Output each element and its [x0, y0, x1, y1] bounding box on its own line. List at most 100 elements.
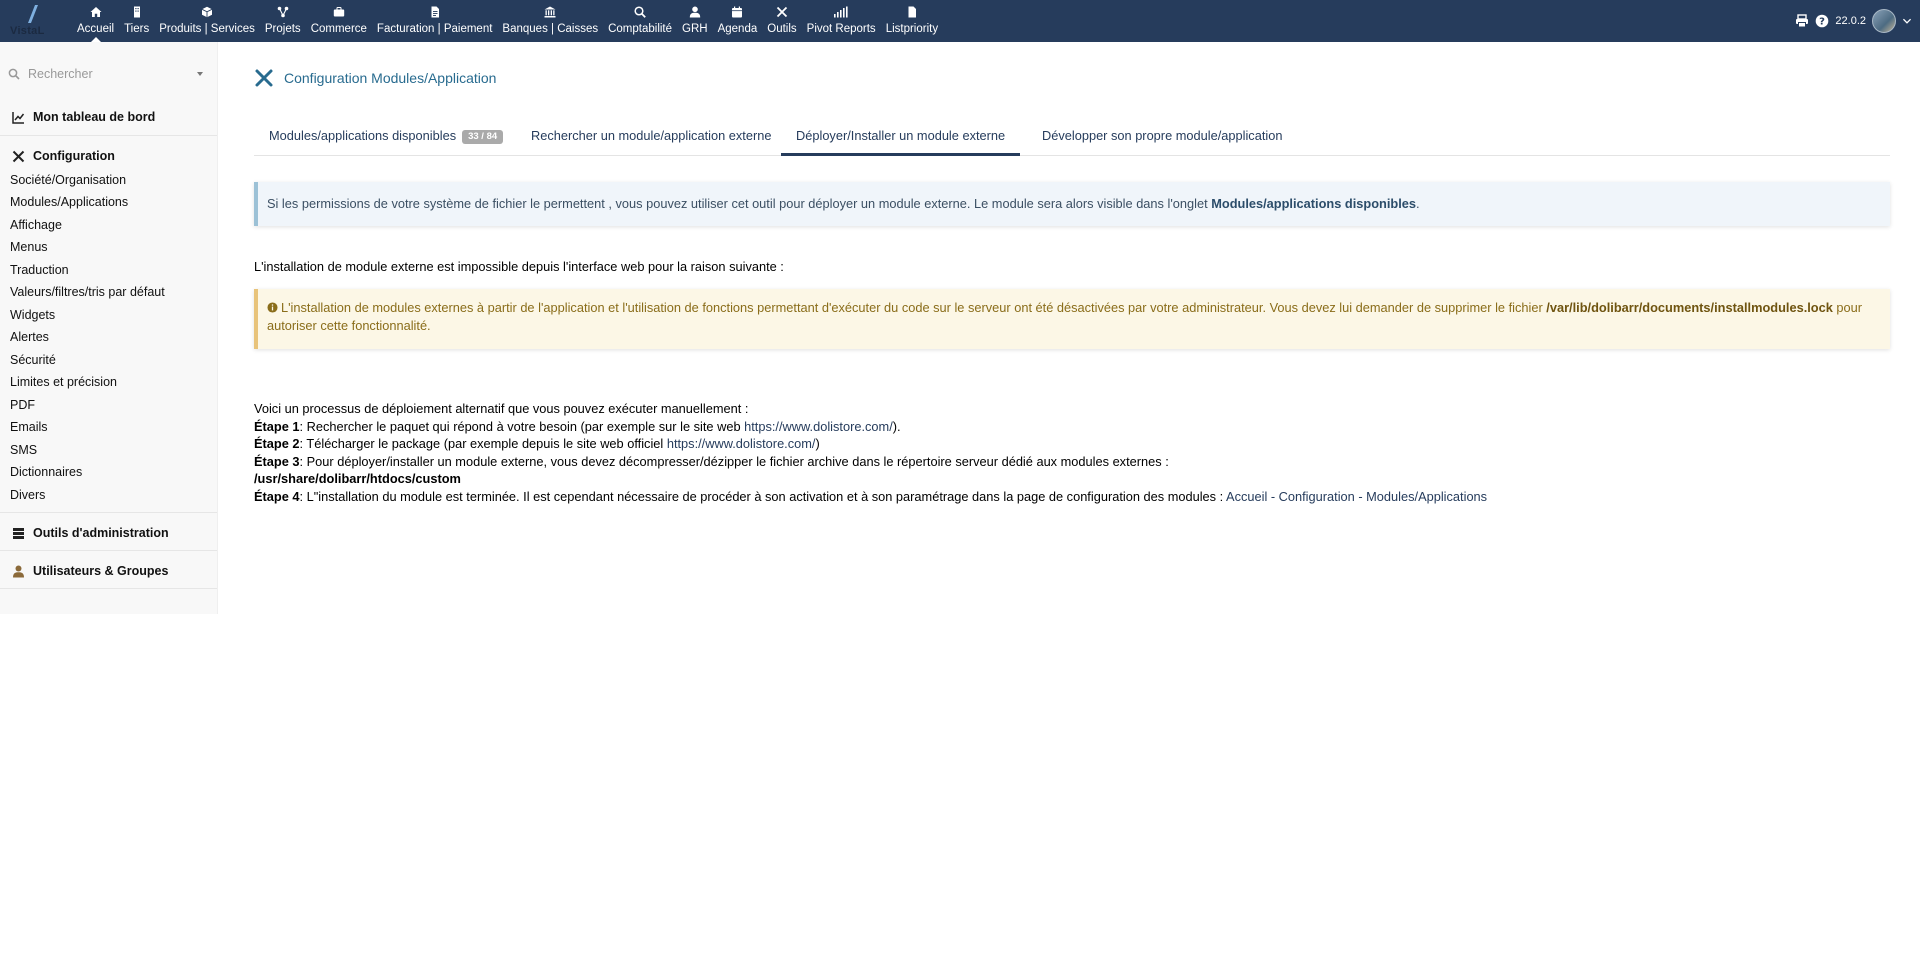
info-tab-name: Modules/applications disponibles	[1211, 196, 1416, 211]
user-tie-icon	[689, 6, 701, 18]
dolistore-link[interactable]: https://www.dolistore.com/	[667, 436, 816, 451]
menu-label: Accueil	[77, 23, 115, 35]
menu-label: Commerce	[310, 23, 367, 35]
sidebar-item-users-groups[interactable]: Utilisateurs & Groupes	[12, 564, 168, 578]
info-message: Si les permissions de votre système de f…	[254, 182, 1890, 226]
custom-dir-path: /usr/share/dolibarr/htdocs/custom	[254, 471, 461, 487]
sidebar-item-affichage[interactable]: Affichage	[10, 218, 62, 232]
sidebar-item-dictionnaires[interactable]: Dictionnaires	[10, 465, 82, 479]
tab-rechercher-module[interactable]: Rechercher un module/application externe	[516, 126, 786, 156]
menu-label: Comptabilité	[608, 23, 673, 35]
modules-count-badge: 33 / 84	[462, 130, 504, 144]
menu-label: Listpriority	[885, 23, 939, 35]
page-title: Configuration Modules/Application	[254, 68, 496, 88]
line-chart-icon	[12, 111, 25, 124]
menu-item-outils[interactable]: Outils	[762, 0, 801, 42]
info-text: Si les permissions de votre système de f…	[267, 196, 1212, 211]
tab-label: Déployer/Installer un module externe	[796, 128, 1006, 143]
help-icon[interactable]: ?	[1815, 14, 1829, 28]
menu-label: Banques | Caisses	[502, 23, 599, 35]
sidebar-item-admin-tools[interactable]: Outils d'administration	[12, 526, 169, 540]
step-text-end: ).	[892, 418, 901, 434]
sidebar-item-societe[interactable]: Société/Organisation	[10, 173, 126, 187]
invoice-icon	[431, 6, 439, 18]
tab-deployer-module[interactable]: Déployer/Installer un module externe	[781, 126, 1021, 156]
sidebar-divider	[0, 135, 217, 136]
tools-icon	[12, 150, 25, 162]
home-icon	[90, 7, 102, 17]
top-navbar: VistaL Accueil Tiers Produits | Services…	[0, 0, 1920, 42]
sidebar-item-configuration[interactable]: Configuration	[12, 149, 115, 163]
sidebar-item-sms[interactable]: SMS	[10, 443, 37, 457]
tab-modules-disponibles[interactable]: Modules/applications disponibles 33 / 84	[254, 126, 518, 156]
step-label: Étape 1	[254, 418, 300, 434]
step-label: Étape 3	[254, 453, 300, 469]
step-4: Étape 4: L"installation du module est te…	[254, 488, 1487, 506]
tab-developper-module[interactable]: Développer son propre module/application	[1027, 126, 1297, 156]
sidebar-item-divers[interactable]: Divers	[10, 488, 45, 502]
sidebar-divider	[0, 550, 217, 551]
user-avatar[interactable]	[1872, 9, 1896, 33]
search-dollar-icon	[634, 6, 646, 18]
menu-item-commerce[interactable]: Commerce	[306, 0, 372, 42]
svg-text:?: ?	[1820, 17, 1826, 28]
tools-icon	[776, 6, 788, 18]
sidebar-item-emails[interactable]: Emails	[10, 420, 48, 434]
sidebar-item-alertes[interactable]: Alertes	[10, 330, 49, 344]
menu-item-grh[interactable]: GRH	[677, 0, 713, 42]
chevron-down-icon[interactable]	[1902, 16, 1912, 26]
project-nodes-icon	[277, 6, 289, 18]
menu-item-produits-services[interactable]: Produits | Services	[154, 0, 260, 42]
user-icon	[13, 565, 24, 577]
briefcase-icon	[333, 7, 344, 17]
sidebar-item-menus[interactable]: Menus	[10, 240, 48, 254]
manual-steps: Voici un processus de déploiement altern…	[254, 400, 1487, 506]
sidebar-item-widgets[interactable]: Widgets	[10, 308, 55, 322]
step-2: Étape 2: Télécharger le package (par exe…	[254, 435, 1487, 453]
file-icon	[908, 6, 916, 18]
modules-config-link[interactable]: Accueil - Configuration - Modules/Applic…	[1226, 489, 1487, 504]
menu-item-listpriority[interactable]: Listpriority	[881, 0, 943, 42]
calendar-icon	[732, 6, 743, 18]
sidebar-item-limites[interactable]: Limites et précision	[10, 375, 117, 389]
step-text-end: )	[815, 436, 820, 452]
bank-icon	[544, 6, 556, 18]
sidebar-item-valeurs-defaut[interactable]: Valeurs/filtres/tris par défaut	[10, 285, 165, 299]
step-1: Étape 1: Rechercher le paquet qui répond…	[254, 418, 1487, 436]
menu-item-agenda[interactable]: Agenda	[713, 0, 763, 42]
search-input[interactable]: Rechercher	[28, 67, 197, 81]
menu-label: Produits | Services	[159, 23, 255, 35]
info-circle-icon	[267, 302, 278, 313]
menu-item-accueil[interactable]: Accueil	[72, 0, 119, 42]
sidebar-item-traduction[interactable]: Traduction	[10, 263, 69, 277]
print-icon[interactable]	[1795, 14, 1809, 28]
tools-icon	[255, 69, 273, 87]
cube-icon	[201, 6, 213, 18]
menu-item-comptabilite[interactable]: Comptabilité	[603, 0, 677, 42]
building-icon	[133, 6, 140, 18]
lock-file-path: /var/lib/dolibarr/documents/installmodul…	[1546, 300, 1833, 315]
menu-item-banques-caisses[interactable]: Banques | Caisses	[497, 0, 603, 42]
caret-down-icon[interactable]	[197, 72, 203, 76]
menu-item-pivot-reports[interactable]: Pivot Reports	[802, 0, 881, 42]
step-text: : Télécharger le package (par exemple de…	[299, 436, 667, 452]
menu-label: Tiers	[124, 23, 150, 35]
tab-label: Modules/applications disponibles	[269, 128, 457, 143]
tab-bar: Modules/applications disponibles 33 / 84 …	[254, 126, 1890, 156]
main-menu: Accueil Tiers Produits | Services Projet…	[72, 0, 943, 42]
step-label: Étape 2	[254, 436, 300, 452]
sidebar-item-modules[interactable]: Modules/Applications	[10, 195, 128, 209]
sidebar-search[interactable]: Rechercher	[8, 64, 203, 84]
menu-label: Facturation | Paiement	[376, 23, 493, 35]
dolistore-link[interactable]: https://www.dolistore.com/	[744, 419, 893, 434]
menu-label: Projets	[264, 23, 301, 35]
sidebar-item-dashboard[interactable]: Mon tableau de bord	[12, 110, 155, 124]
menu-item-projets[interactable]: Projets	[260, 0, 306, 42]
sidebar-item-pdf[interactable]: PDF	[10, 398, 35, 412]
sidebar-item-securite[interactable]: Sécurité	[10, 353, 56, 367]
app-logo[interactable]: VistaL	[6, 3, 66, 39]
warning-text: L'installation de modules externes à par…	[281, 300, 1547, 315]
menu-item-tiers[interactable]: Tiers	[119, 0, 154, 42]
tab-label: Développer son propre module/application	[1042, 128, 1283, 143]
menu-item-facturation-paiement[interactable]: Facturation | Paiement	[372, 0, 498, 42]
